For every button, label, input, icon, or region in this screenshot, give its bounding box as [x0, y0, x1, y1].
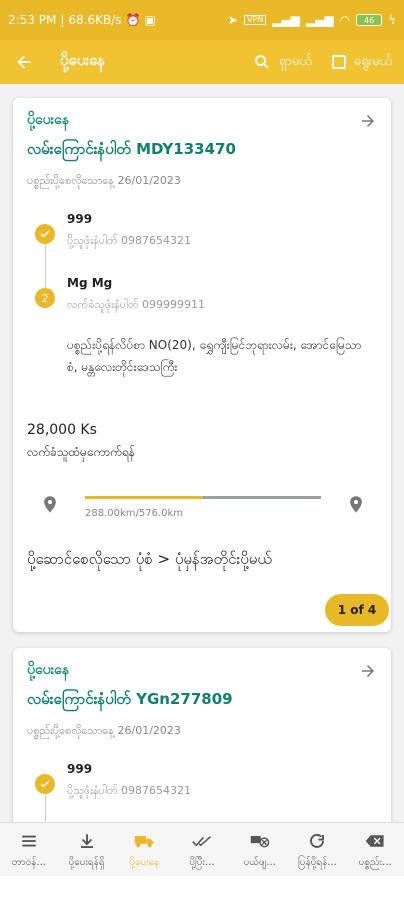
arrow-back-icon: [17, 55, 31, 69]
timeline-line: [45, 244, 46, 288]
search-button[interactable]: ရှာမယ်: [253, 53, 312, 72]
delivery-date: ပစ္စည်းပို့စေလိုသောနေ့ 26/01/2023: [27, 724, 181, 737]
delivery-date: ပစ္စည်းပို့စေလိုသောနေ့ 26/01/2023: [27, 174, 181, 187]
battery-icon: 46: [356, 14, 383, 26]
bottom-nav: တာဝန်... ပို့ပေးရန်ရှိ ပို့ပေးနေ ပို့ပြီ…: [0, 822, 404, 876]
route-code: လမ်းကြောင်းနံပါတ် YGn277809: [27, 690, 233, 708]
notification-icon: ▣: [144, 13, 156, 27]
sender-name: 999: [67, 212, 93, 226]
distance-text: 288.00km/576.0km: [85, 508, 184, 519]
payment-note: လက်ခံသူထံမှကောက်ရန်: [27, 445, 135, 459]
nav-label: ပယ်ဖျ...: [243, 857, 276, 868]
route-code: လမ်းကြောင်းနံပါတ် MDY133470: [27, 140, 236, 158]
location-icon: ➤: [227, 13, 238, 27]
nav-label: ပို့ပေးနေ: [129, 857, 160, 868]
truck-icon: [134, 831, 154, 851]
double-check-icon: [192, 831, 212, 851]
back-button[interactable]: [0, 40, 48, 84]
delivery-type: ပို့ဆောင်စေလိုသော ပုံစံ > ပုံမှန်အတိုင်း…: [27, 550, 272, 568]
cancel-truck-icon: [250, 831, 270, 851]
nav-item-return[interactable]: ပြန်ပို့ရန်...: [289, 823, 347, 876]
status-time: 2:53 PM: [8, 13, 57, 27]
nav-item-delivered[interactable]: ပို့ပြီး...: [173, 823, 231, 876]
delivery-card[interactable]: ပို့ပေးနေ လမ်းကြောင်းနံပါတ် YGn277809 ပစ…: [13, 648, 391, 828]
nav-label: တာဝန်...: [11, 857, 46, 868]
receiver-address: ပစ္စည်းပို့ရန်လိပ်စာ NO(20), ရွှေကျီးမြင…: [67, 338, 362, 374]
nav-item-cancelled[interactable]: ပယ်ဖျ...: [231, 823, 289, 876]
check-icon: [35, 224, 55, 244]
nav-item-to-deliver[interactable]: ပို့ပေးရန်ရှိ: [58, 823, 116, 876]
download-icon: [77, 831, 97, 851]
receiver-phone: လက်ခံသူဖုံးနံပါတ် 099999911: [67, 298, 206, 311]
nav-label: ပြန်ပို့ရန်...: [298, 857, 337, 868]
nav-item-delivering[interactable]: ပို့ပေးနေ: [115, 823, 173, 876]
list-icon: [19, 831, 39, 851]
check-icon: [35, 774, 55, 794]
backspace-x-icon: [365, 831, 385, 851]
app-bar: ပို့ပေးနေ ရှာမယ် ရွေးမယ်: [0, 40, 404, 84]
signal2-icon: ▂▄▆: [305, 13, 334, 27]
receiver-name: Mg Mg: [67, 276, 113, 290]
sender-phone: ပို့သူဖုံးနံပါတ် 0987654321: [67, 784, 192, 797]
nav-label: ပို့ပေးရန်ရှိ: [68, 857, 105, 868]
distance-progress: [85, 496, 321, 499]
select-button[interactable]: ရွေးမယ်: [331, 53, 392, 72]
destination-pin-icon: [350, 496, 362, 513]
charging-icon: ϟ: [388, 13, 396, 27]
nav-item-items[interactable]: ပစ္စည်း...: [346, 823, 404, 876]
nav-label: ပစ္စည်း...: [358, 857, 392, 868]
status-label: ပို့ပေးနေ: [27, 662, 69, 678]
status-label: ပို့ပေးနေ: [27, 112, 69, 128]
select-checkbox[interactable]: [331, 55, 346, 69]
search-label: ရှာမယ်: [279, 53, 312, 69]
status-bar: 2:53 PM | 68.6KB/s ⏰ ▣ ➤ VPN ▂▄▆ ▂▄▆ ◠ 4…: [0, 0, 404, 40]
page-title: ပို့ပေးနေ: [60, 51, 105, 69]
progress-fill: [85, 496, 203, 499]
refresh-icon: [307, 831, 327, 851]
system-nav-area: [0, 876, 404, 900]
step-number-badge: 2: [35, 288, 55, 308]
arrow-forward-icon[interactable]: [359, 112, 377, 130]
arrow-forward-icon[interactable]: [359, 662, 377, 680]
sender-name: 999: [67, 762, 93, 776]
signal-icon: ▂▄▆: [272, 13, 300, 27]
delivery-card[interactable]: ပို့ပေးနေ လမ်းကြောင်းနံပါတ် MDY133470 ပစ…: [13, 98, 391, 632]
network-speed: 68.6KB/s: [68, 13, 122, 27]
select-label: ရွေးမယ်: [353, 53, 392, 69]
alarm-icon: ⏰: [125, 13, 141, 27]
nav-label: ပို့ပြီး...: [189, 857, 215, 868]
page-indicator[interactable]: 1 of 4: [325, 594, 389, 626]
origin-pin-icon: [44, 496, 56, 513]
sender-phone: ပို့သူဖုံးနံပါတ် 0987654321: [67, 234, 192, 247]
nav-item-tasks[interactable]: တာဝန်...: [0, 823, 58, 876]
price: 28,000 Ks: [27, 422, 97, 438]
search-icon: [255, 55, 269, 69]
wifi-icon: ◠: [339, 13, 351, 27]
vpn-badge: VPN: [243, 15, 267, 25]
